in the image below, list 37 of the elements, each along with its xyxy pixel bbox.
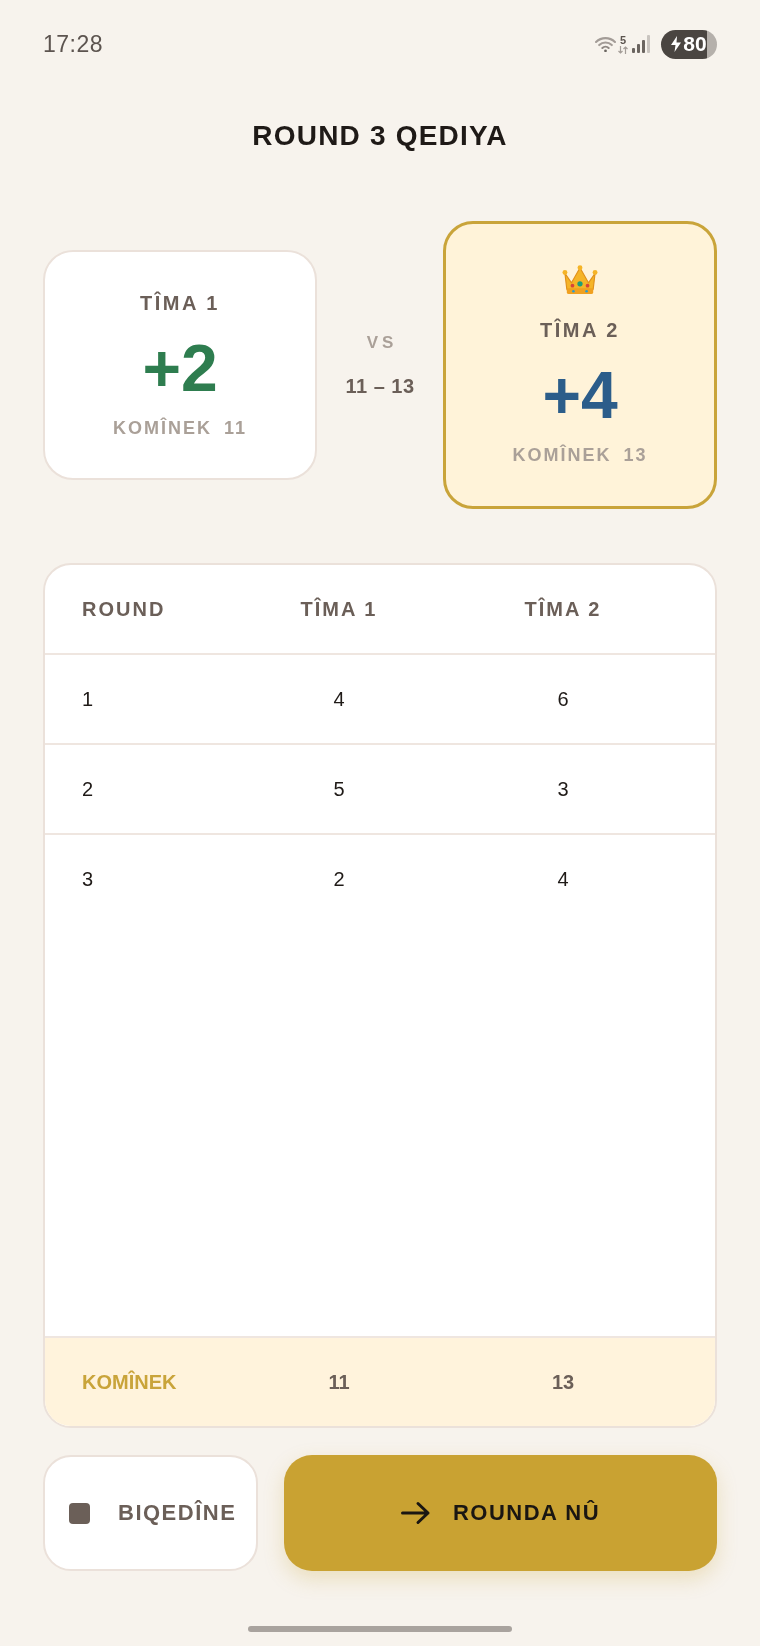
table-cell: 3 (82, 867, 94, 891)
team-name: TÎMA 2 (540, 318, 620, 342)
total-label: KOMÎNEK (113, 417, 212, 439)
table-cell: 4 (333, 687, 345, 711)
battery-percent: 80 (683, 32, 707, 56)
new-round-button[interactable]: ROUNDA NÛ (284, 1455, 717, 1571)
wifi-icon (595, 36, 616, 52)
column-header: ROUND (82, 597, 166, 621)
table-cell: 1 (82, 687, 94, 711)
round-score: +4 (542, 359, 618, 431)
versus-label: VS (366, 332, 398, 353)
arrow-right-icon (400, 1501, 431, 1525)
total-value: 11 (224, 417, 247, 439)
table-cell: 5 (333, 777, 345, 801)
wifi-generation-label: 5 (619, 34, 627, 46)
data-arrows-icon (618, 45, 628, 54)
stop-icon (69, 1502, 90, 1524)
table-cell: 6 (557, 687, 569, 711)
crown-icon (561, 264, 599, 296)
screen-title: ROUND 3 QEDIYA (252, 120, 508, 152)
totals-label: KOMÎNEK (82, 1370, 177, 1394)
table-cell: 2 (333, 867, 345, 891)
total-value: 13 (623, 444, 648, 466)
table-cell: 2 (82, 777, 94, 801)
table-cell: 4 (557, 867, 569, 891)
column-header: TÎMA 1 (300, 597, 378, 621)
total-cell: 13 (551, 1370, 575, 1394)
table-cell: 3 (557, 777, 569, 801)
status-time: 17:28 (43, 30, 104, 58)
stop-button[interactable]: BIQEDÎNE (43, 1455, 258, 1571)
total-label: KOMÎNEK (512, 444, 612, 466)
round-score: +2 (142, 332, 218, 404)
team-name: TÎMA 1 (140, 291, 220, 315)
score-summary: 11 – 13 (345, 374, 415, 398)
column-header: TÎMA 2 (524, 597, 602, 621)
total-cell: 11 (328, 1370, 350, 1394)
signal-icon (632, 35, 651, 53)
